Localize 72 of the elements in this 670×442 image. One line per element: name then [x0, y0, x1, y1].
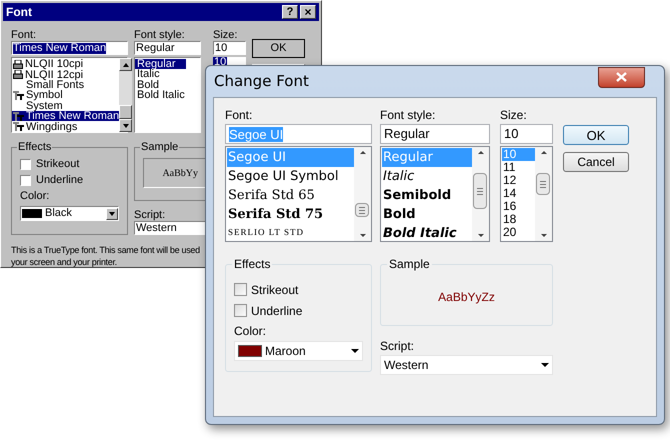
style-field[interactable]: Regular	[380, 124, 490, 144]
font-field[interactable]: Times New Roman	[11, 41, 128, 55]
color-dropdown[interactable]: Maroon	[234, 341, 363, 361]
dropdown-arrow-icon	[351, 349, 359, 353]
window-title: Font	[6, 4, 32, 21]
group-title: Effects	[17, 141, 52, 153]
color-dropdown[interactable]: Black	[20, 206, 119, 221]
list-item[interactable]: Italic	[382, 167, 472, 186]
list-item[interactable]: 16	[502, 200, 535, 213]
scrollbar[interactable]	[119, 58, 132, 132]
checkbox[interactable]	[234, 283, 247, 296]
field-label: Script:	[380, 338, 416, 354]
list-item[interactable]: Regular	[135, 59, 186, 70]
list-item[interactable]: NLQII 12cpi	[12, 69, 120, 80]
list-item[interactable]: 11	[502, 161, 535, 174]
field-label: Color:	[20, 190, 50, 202]
group-title: Sample	[387, 257, 432, 272]
list-item[interactable]: Times New Roman	[12, 110, 120, 122]
list-item[interactable]: Bold Italic	[382, 224, 472, 243]
list-item[interactable]: Small Fonts	[12, 80, 120, 90]
cancel-button[interactable]: Cancel	[563, 152, 629, 172]
field-label: Script:	[134, 209, 166, 221]
close-icon	[616, 72, 627, 82]
list-item[interactable]: System	[12, 100, 120, 111]
checkbox[interactable]	[20, 174, 31, 186]
list-item[interactable]: 18	[502, 213, 535, 226]
ok-button[interactable]: OK	[563, 125, 629, 145]
size-field[interactable]: 10	[213, 41, 246, 55]
group-title: Sample	[140, 141, 180, 153]
close-button[interactable]	[598, 66, 645, 88]
list-item[interactable]: Serifa Std 75	[227, 205, 354, 224]
list-item[interactable]: 12	[502, 174, 535, 187]
list-item[interactable]: Bold	[382, 205, 472, 224]
field-label: Font:	[225, 107, 254, 124]
list-item[interactable]: Segoe UI Symbol	[227, 167, 354, 186]
script-dropdown[interactable]: Western	[380, 355, 553, 375]
scrollbar[interactable]	[535, 147, 552, 241]
list-item[interactable]: Semibold	[382, 186, 472, 205]
scrollbar[interactable]	[472, 147, 489, 241]
list-item[interactable]: Symbol	[12, 90, 120, 101]
help-button[interactable]: ?	[282, 5, 298, 19]
list-item[interactable]: NLQII 10cpi	[12, 59, 120, 70]
description-text: This is a TrueType font. This same font will be used	[11, 244, 200, 256]
field-label: Font:	[11, 29, 38, 41]
ok-button[interactable]: OK	[252, 39, 305, 58]
checkbox[interactable]	[20, 158, 31, 170]
list-item[interactable]: 14	[502, 187, 535, 200]
list-item[interactable]: 20	[502, 226, 535, 239]
field-label: Font style:	[134, 29, 186, 41]
field-label: Size:	[500, 107, 528, 124]
list-item[interactable]: Wingdings	[12, 121, 120, 132]
list-item[interactable]: Italic	[135, 69, 200, 80]
checkbox-label: Strikeout	[251, 282, 298, 298]
checkbox[interactable]	[234, 304, 247, 317]
scrollbar[interactable]	[354, 147, 371, 241]
checkbox-label: Underline	[36, 174, 84, 186]
checkbox-label: Strikeout	[36, 158, 80, 170]
field-label: Size:	[213, 29, 238, 41]
window-title: Change Font	[214, 71, 309, 92]
size-field[interactable]: 10	[500, 124, 553, 144]
list-item[interactable]: SERLIO LT STD	[227, 224, 354, 241]
close-button[interactable]: ×	[300, 5, 316, 19]
dropdown-arrow-icon	[541, 363, 549, 367]
description-text: your screen and your printer.	[11, 256, 117, 268]
field-label: Color:	[234, 323, 268, 339]
list-item[interactable]: Serifa Std 65	[227, 186, 354, 205]
list-item[interactable]: Bold Italic	[135, 90, 200, 101]
field-label: Font style:	[380, 107, 436, 124]
list-item[interactable]: Bold	[135, 80, 200, 90]
checkbox-label: Underline	[251, 302, 302, 320]
sample-text: AaBbYyZz	[438, 289, 495, 306]
style-field[interactable]: Regular	[134, 41, 201, 55]
